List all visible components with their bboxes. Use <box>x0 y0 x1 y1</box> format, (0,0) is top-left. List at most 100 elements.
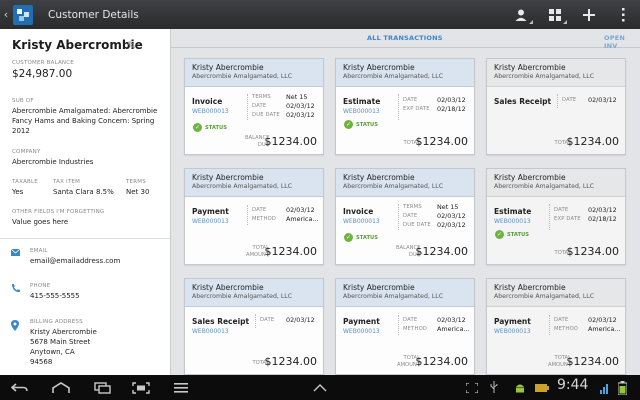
tab-open-invoices[interactable]: OPEN INV <box>604 34 640 50</box>
card-customer-name: Kristy Abercrombie <box>343 283 415 292</box>
status-label: STATUS <box>356 121 378 128</box>
billing-line: 94568 <box>30 358 53 366</box>
field-value: 02/03/12 <box>588 206 617 214</box>
contact-icon[interactable] <box>504 0 538 29</box>
card-amount: $1234.00 <box>415 245 469 258</box>
card-divider <box>398 94 399 120</box>
battery-level-icon <box>614 375 630 400</box>
battery-icon <box>533 375 551 400</box>
card-amount: $1234.00 <box>264 135 318 148</box>
card-header: Kristy Abercrombie Abercrombie Amalgamat… <box>487 169 625 197</box>
card-header: Kristy Abercrombie Abercrombie Amalgamat… <box>336 169 474 197</box>
card-customer-name: Kristy Abercrombie <box>343 63 415 72</box>
field-value: 02/03/12 <box>437 221 466 229</box>
card-customer-name: Kristy Abercrombie <box>192 63 264 72</box>
screenshot-icon[interactable] <box>127 375 155 400</box>
field-value: 02/03/12 <box>437 316 466 324</box>
taxitem-block: TAX ITEM Santa Clara 8.5% <box>53 179 114 197</box>
card-customer-name: Kristy Abercrombie <box>343 173 415 182</box>
edit-pencil-icon[interactable]: ✎ <box>127 39 136 52</box>
field-value: Net 15 <box>437 203 459 211</box>
card-type: Estimate <box>494 207 532 216</box>
subof-value: Abercrombie Amalgamated: Abercrombie Fan… <box>12 107 158 135</box>
phone-value[interactable]: 415-555-5555 <box>30 291 80 301</box>
recent-apps-icon[interactable] <box>89 375 117 400</box>
company-value: Abercrombie Industries <box>12 158 94 166</box>
balance-label: CUSTOMER BALANCE <box>12 60 74 66</box>
field-label: DATE <box>554 317 569 323</box>
card-divider <box>398 204 399 230</box>
card-header: Kristy Abercrombie Abercrombie Amalgamat… <box>185 59 323 87</box>
field-label: DATE <box>252 207 267 213</box>
field-label: DATE <box>252 103 267 109</box>
add-icon[interactable] <box>572 0 606 29</box>
field-label: TERMS <box>403 204 422 210</box>
terms-label: TERMS <box>126 179 146 185</box>
grid-icon[interactable] <box>538 0 572 29</box>
status-label: STATUS <box>205 124 227 131</box>
card-number: WEB000013 <box>343 108 380 115</box>
transaction-card[interactable]: Kristy Abercrombie Abercrombie Amalgamat… <box>335 278 475 375</box>
back-icon[interactable] <box>6 375 34 400</box>
email-value[interactable]: email@emailaddress.com <box>30 256 120 266</box>
transaction-card[interactable]: Kristy Abercrombie Abercrombie Amalgamat… <box>335 168 475 265</box>
card-divider <box>549 204 550 230</box>
card-amount: $1234.00 <box>566 135 620 148</box>
card-customer-name: Kristy Abercrombie <box>494 283 566 292</box>
billing-block[interactable]: BILLING ADDRESS Kristy Abercrombie 5678 … <box>30 319 97 367</box>
card-divider <box>247 94 248 120</box>
status-label: STATUS <box>356 234 378 241</box>
card-amount: $1234.00 <box>566 245 620 258</box>
other-block: OTHER FIELDS I'M FORGETTING Value goes h… <box>12 209 104 227</box>
wifi-icon <box>598 375 612 400</box>
overflow-menu-icon[interactable] <box>606 0 640 29</box>
menu-icon[interactable] <box>167 375 195 400</box>
transaction-card[interactable]: Kristy Abercrombie Abercrombie Amalgamat… <box>486 58 626 155</box>
taxable-block: TAXABLE Yes <box>12 179 38 197</box>
card-type: Sales Receipt <box>494 97 552 106</box>
home-icon[interactable] <box>47 375 75 400</box>
transaction-card[interactable]: Kristy Abercrombie Abercrombie Amalgamat… <box>486 168 626 265</box>
card-company: Abercrombie Amalgamated, LLC <box>192 183 293 190</box>
field-value: 02/03/12 <box>286 206 315 214</box>
email-block[interactable]: EMAIL email@emailaddress.com <box>30 248 120 266</box>
field-label: TERMS <box>252 94 271 100</box>
card-customer-name: Kristy Abercrombie <box>494 173 566 182</box>
customer-name: Kristy Abercrombie <box>12 38 143 52</box>
field-value: 02/03/12 <box>286 111 315 119</box>
email-label: EMAIL <box>30 248 48 254</box>
status-clock[interactable]: 9:44 <box>557 377 588 393</box>
card-amount: $1234.00 <box>264 355 318 368</box>
card-amount: $1234.00 <box>264 245 318 258</box>
tab-all-transactions[interactable]: ALL TRANSACTIONS <box>367 34 443 42</box>
back-arrow-icon[interactable]: ‹ <box>2 0 10 29</box>
terms-value: Net 30 <box>126 188 150 196</box>
up-chevron-icon[interactable] <box>308 375 332 400</box>
status-badge: ✓ STATUS <box>344 120 378 129</box>
field-label: EXP DATE <box>554 216 581 222</box>
transaction-card[interactable]: Kristy Abercrombie Abercrombie Amalgamat… <box>486 278 626 375</box>
card-divider <box>398 315 399 335</box>
transaction-card[interactable]: Kristy Abercrombie Abercrombie Amalgamat… <box>184 168 324 265</box>
field-value: 02/03/12 <box>286 102 315 110</box>
field-label: DUE DATE <box>403 222 431 228</box>
field-label: EXP DATE <box>403 106 430 112</box>
card-number: WEB000013 <box>192 108 229 115</box>
transaction-card[interactable]: Kristy Abercrombie Abercrombie Amalgamat… <box>184 58 324 155</box>
card-customer-name: Kristy Abercrombie <box>192 283 264 292</box>
company-label: COMPANY <box>12 149 41 155</box>
card-type: Invoice <box>192 97 223 106</box>
checkmark-icon: ✓ <box>193 123 202 132</box>
card-number: WEB000013 <box>192 328 229 335</box>
card-header: Kristy Abercrombie Abercrombie Amalgamat… <box>185 169 323 197</box>
tab-bar: ALL TRANSACTIONS OPEN INV <box>171 29 640 50</box>
field-value: 02/03/12 <box>437 212 466 220</box>
transaction-card[interactable]: Kristy Abercrombie Abercrombie Amalgamat… <box>184 278 324 375</box>
app-logo-icon[interactable] <box>13 4 33 25</box>
balance-block: CUSTOMER BALANCE $24,987.00 <box>12 60 74 80</box>
phone-block[interactable]: PHONE 415-555-5555 <box>30 283 80 301</box>
phone-label: PHONE <box>30 283 51 289</box>
card-company: Abercrombie Amalgamated, LLC <box>343 293 444 300</box>
company-block: COMPANY Abercrombie Industries <box>12 149 93 167</box>
transaction-card[interactable]: Kristy Abercrombie Abercrombie Amalgamat… <box>335 58 475 155</box>
